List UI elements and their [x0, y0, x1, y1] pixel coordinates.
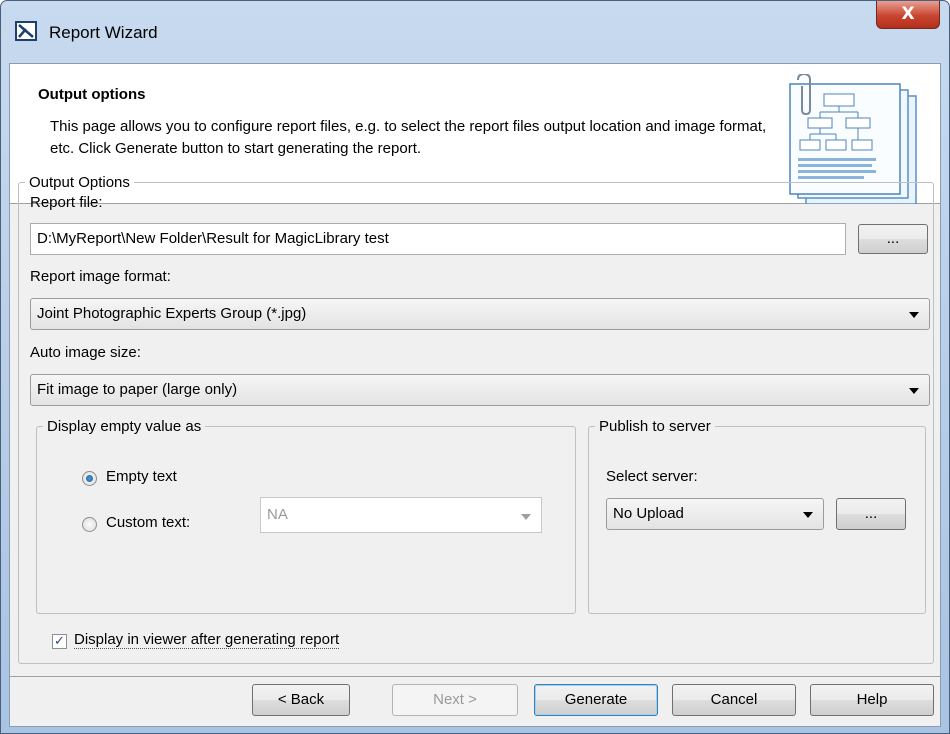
viewer-checkbox[interactable]: ✓ [52, 634, 67, 649]
auto-size-value: Fit image to paper (large only) [37, 381, 238, 398]
report-file-label: Report file: [30, 194, 103, 211]
report-wizard-icon [15, 21, 37, 41]
custom-text-value: NA [267, 506, 288, 523]
empty-text-label[interactable]: Empty text [106, 468, 177, 485]
cancel-button[interactable]: Cancel [672, 684, 796, 716]
close-button[interactable]: X [876, 1, 940, 29]
window-title: Report Wizard [49, 23, 158, 42]
report-file-input[interactable]: D:\MyReport\New Folder\Result for MagicL… [30, 223, 846, 255]
footer-divider [10, 676, 940, 677]
title-bar[interactable]: Report Wizard X [1, 1, 949, 53]
generate-button[interactable]: Generate [534, 684, 658, 716]
publish-legend: Publish to server [599, 418, 711, 435]
wizard-body: Output options This page allows you to c… [9, 63, 941, 727]
custom-text-input[interactable]: NA [260, 497, 542, 533]
custom-text-radio[interactable] [82, 517, 97, 532]
server-value: No Upload [613, 505, 684, 522]
report-wizard-window: Report Wizard X Output options This page… [0, 0, 950, 734]
chevron-down-icon [521, 514, 531, 520]
auto-size-label: Auto image size: [30, 344, 141, 361]
server-select[interactable]: No Upload [606, 498, 824, 530]
auto-size-select[interactable]: Fit image to paper (large only) [30, 374, 930, 406]
empty-value-legend: Display empty value as [47, 418, 202, 435]
empty-text-radio[interactable] [82, 471, 97, 486]
close-icon: X [901, 4, 915, 24]
viewer-checkbox-label[interactable]: Display in viewer after generating repor… [74, 631, 340, 649]
browse-server-button[interactable]: ... [836, 498, 906, 530]
chevron-down-icon [803, 512, 813, 518]
image-format-select[interactable]: Joint Photographic Experts Group (*.jpg) [30, 298, 930, 330]
chevron-down-icon [909, 388, 919, 394]
browse-report-file-button[interactable]: ... [858, 224, 928, 254]
page-description: This page allows you to configure report… [50, 118, 767, 157]
chevron-down-icon [909, 312, 919, 318]
image-format-label: Report image format: [30, 268, 171, 285]
output-options-legend: Output Options [29, 174, 130, 191]
next-button[interactable]: Next > [392, 684, 518, 716]
select-server-label: Select server: [606, 468, 698, 485]
custom-text-label[interactable]: Custom text: [106, 514, 190, 531]
back-button[interactable]: < Back [252, 684, 350, 716]
image-format-value: Joint Photographic Experts Group (*.jpg) [37, 305, 307, 322]
page-title: Output options [38, 86, 146, 103]
help-button[interactable]: Help [810, 684, 934, 716]
